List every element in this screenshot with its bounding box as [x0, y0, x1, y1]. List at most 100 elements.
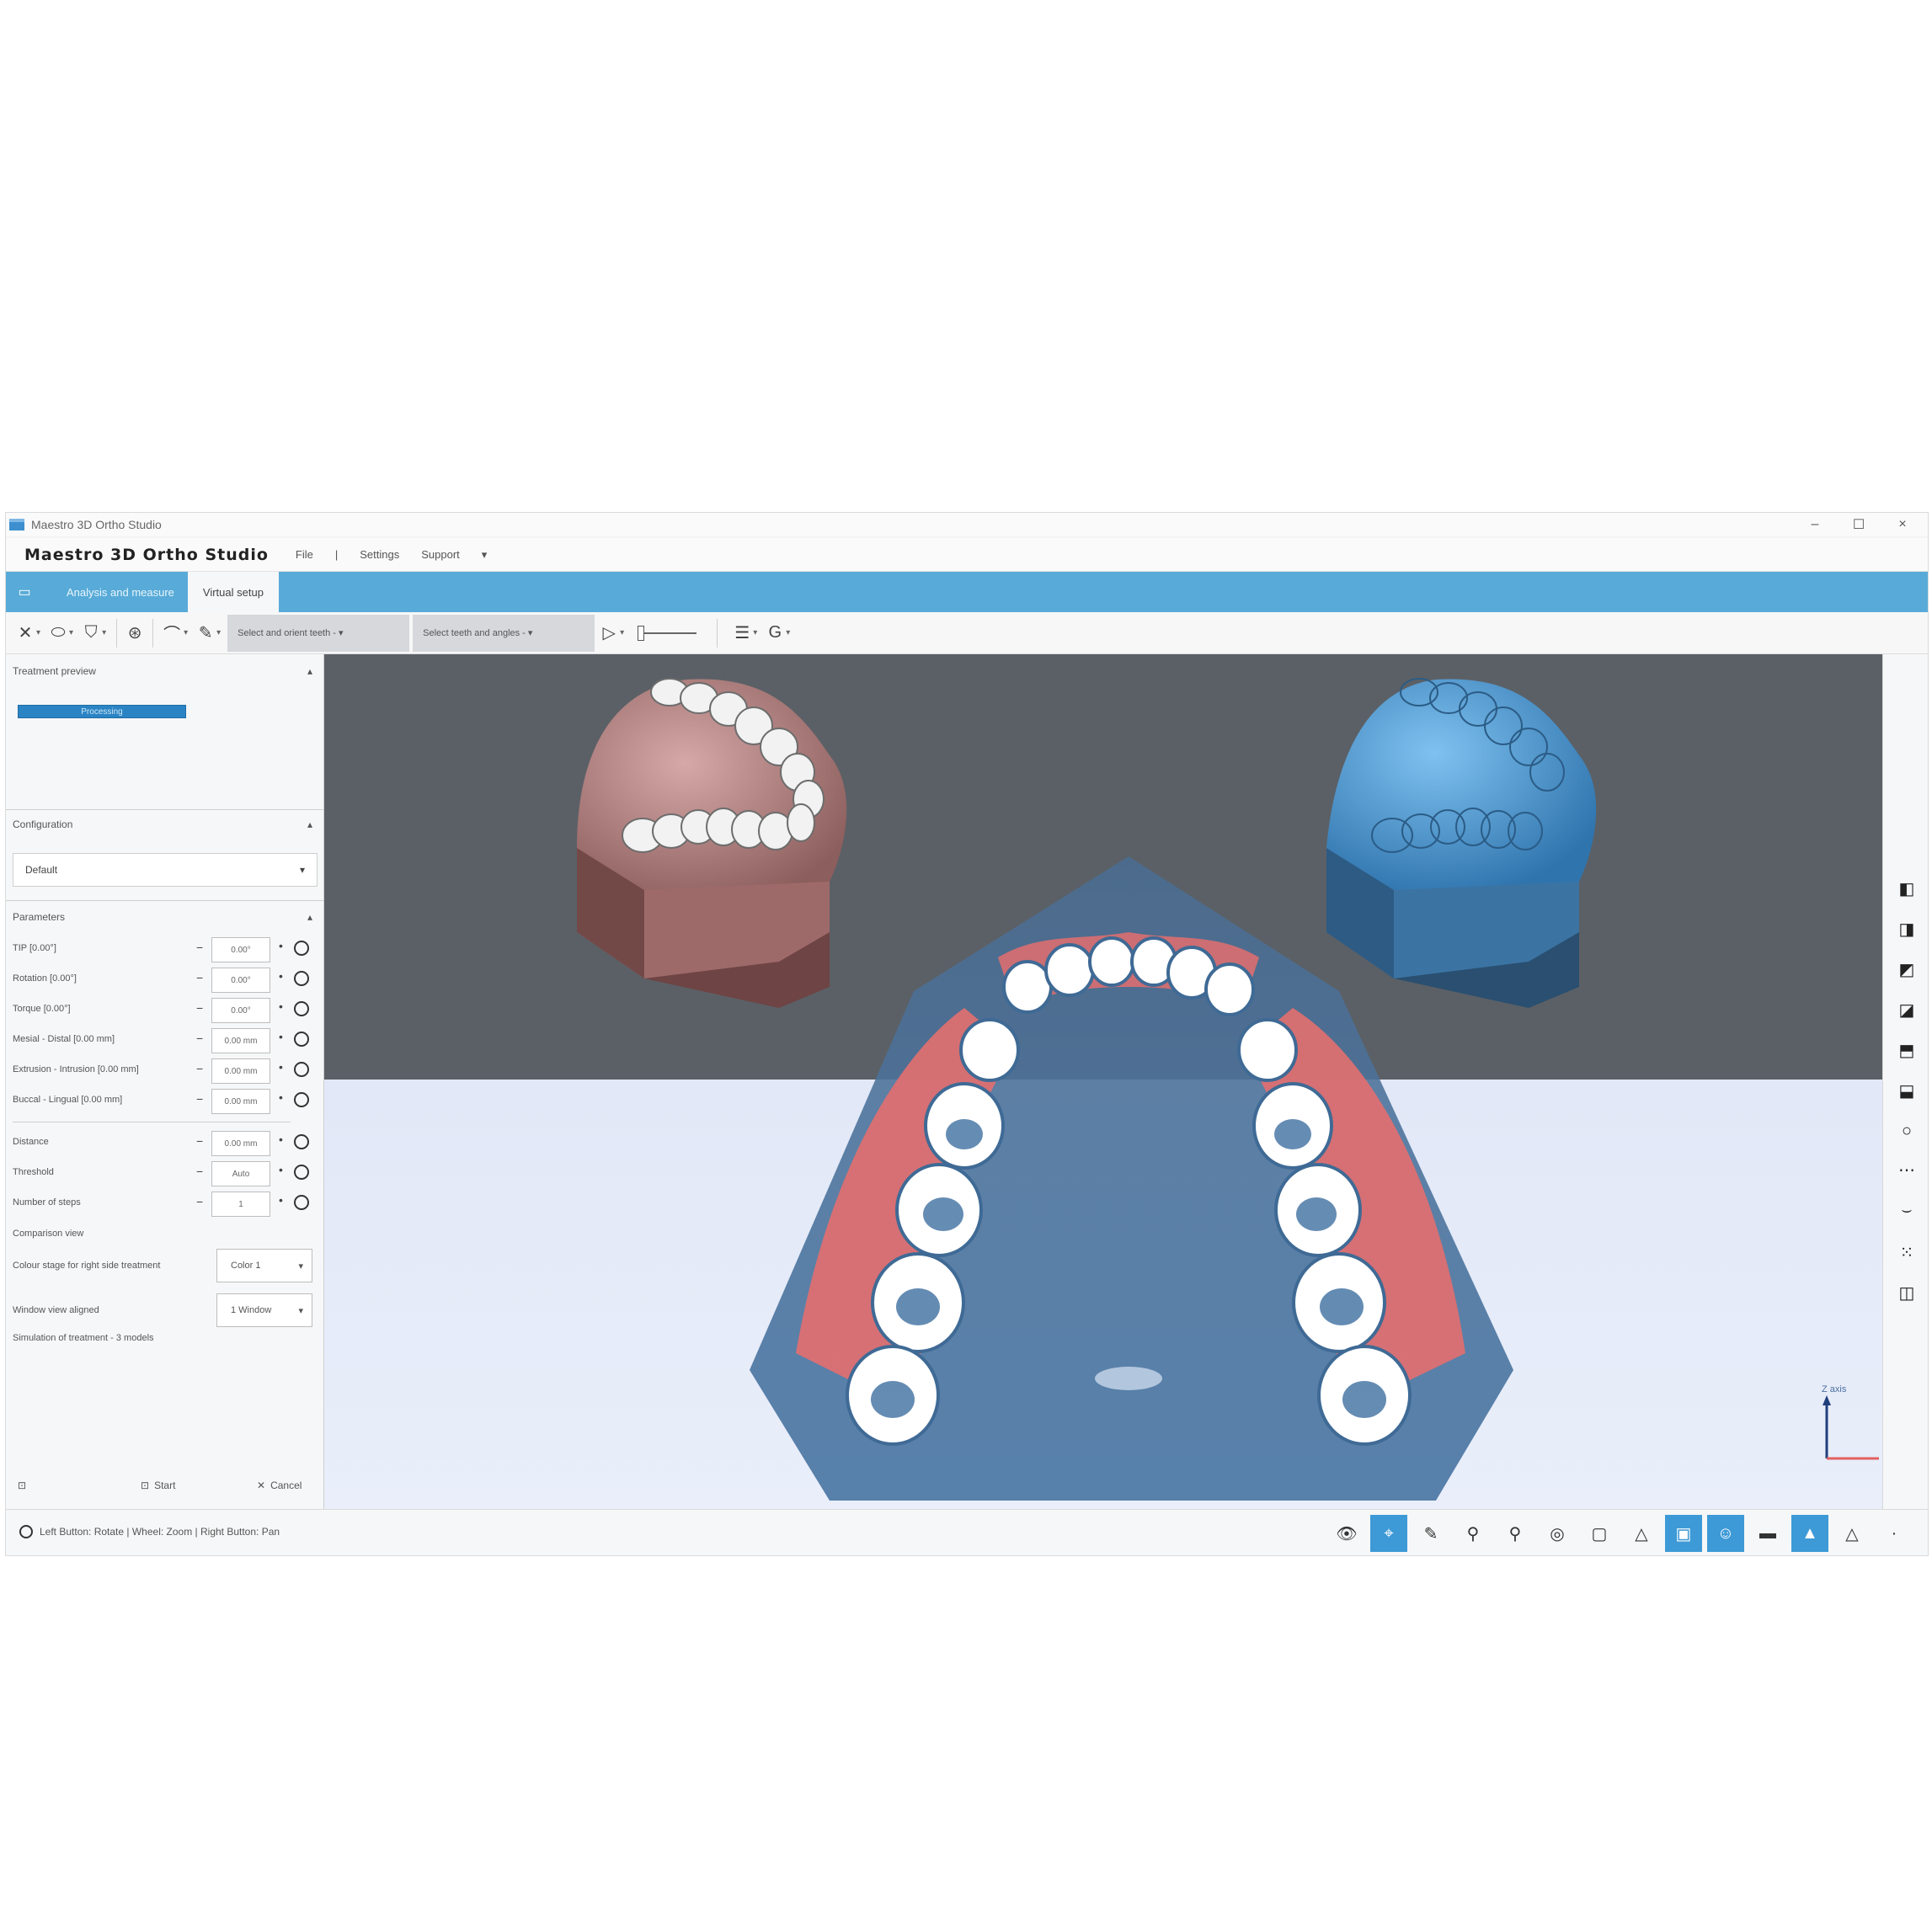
increment-button[interactable]: •: [279, 1000, 283, 1013]
eye-icon[interactable]: 👁: [1328, 1515, 1365, 1552]
zoom-out-icon[interactable]: ⚲: [1454, 1515, 1492, 1552]
list-icon[interactable]: ☰: [729, 616, 755, 650]
close-button[interactable]: ×: [1879, 513, 1926, 536]
minimize-button[interactable]: –: [1791, 513, 1839, 536]
parameter-value-field[interactable]: 1: [211, 1192, 270, 1217]
parameter-value-field[interactable]: 0.00 mm: [211, 1058, 270, 1084]
decrement-button[interactable]: −: [196, 1195, 203, 1208]
menu-support[interactable]: Support: [421, 548, 460, 561]
increment-button[interactable]: •: [279, 1193, 283, 1207]
curve-tool-icon[interactable]: ⌒: [158, 616, 185, 650]
circle-icon[interactable]: ○: [1890, 1114, 1924, 1148]
increment-button[interactable]: •: [279, 1090, 283, 1104]
tooth-tool-icon[interactable]: ⛉: [78, 616, 104, 650]
reset-icon[interactable]: [294, 941, 309, 956]
cancel-button[interactable]: ✕ Cancel: [257, 1479, 302, 1491]
warning-icon[interactable]: △: [1623, 1515, 1660, 1552]
slider-handle[interactable]: [638, 625, 645, 641]
reset-icon[interactable]: [294, 1134, 309, 1149]
chevron-down-icon[interactable]: ▾: [786, 628, 790, 637]
triangle-outline-icon[interactable]: △: [1833, 1515, 1871, 1552]
grip-icon[interactable]: G: [762, 616, 787, 650]
menu-settings[interactable]: Settings: [360, 548, 399, 561]
decrement-button[interactable]: −: [196, 1062, 203, 1075]
decrement-button[interactable]: −: [196, 971, 203, 984]
more-icon[interactable]: ·: [1876, 1515, 1913, 1552]
ellipse-tool-icon[interactable]: ⬭: [45, 616, 71, 650]
reset-icon[interactable]: [294, 1165, 309, 1180]
decrement-button[interactable]: −: [196, 1001, 203, 1015]
increment-button[interactable]: •: [279, 1030, 283, 1043]
pencil-tool-icon[interactable]: ✎: [193, 616, 218, 650]
increment-button[interactable]: •: [279, 969, 283, 983]
tab-analysis[interactable]: Analysis and measure: [43, 572, 188, 612]
menu-overflow[interactable]: ▾: [482, 548, 488, 562]
collapse-icon[interactable]: ▴: [307, 911, 312, 923]
parameter-value-field[interactable]: 0.00°: [211, 998, 270, 1023]
parameter-value-field[interactable]: Auto: [211, 1161, 270, 1186]
decrement-button[interactable]: −: [196, 1092, 203, 1106]
cube-left-icon[interactable]: ◩: [1890, 952, 1924, 986]
save-icon[interactable]: ⊡: [18, 1479, 26, 1491]
zoom-in-icon[interactable]: ⚲: [1497, 1515, 1534, 1552]
reset-icon[interactable]: [294, 1032, 309, 1047]
decrement-button[interactable]: −: [196, 941, 203, 954]
triangle-fill-icon[interactable]: ▲: [1791, 1515, 1828, 1552]
bar-icon[interactable]: ▬: [1749, 1515, 1786, 1552]
increment-button[interactable]: •: [279, 1163, 283, 1176]
play-icon[interactable]: ▷: [596, 616, 622, 650]
decrement-button[interactable]: −: [196, 1165, 203, 1178]
decrement-button[interactable]: −: [196, 1134, 203, 1148]
parameter-value-field[interactable]: 0.00 mm: [211, 1131, 270, 1156]
configuration-select[interactable]: Default ▾: [13, 853, 318, 887]
reset-icon[interactable]: [294, 971, 309, 986]
workspace-icon[interactable]: ▭: [6, 572, 43, 612]
3d-viewport[interactable]: Z axis: [324, 654, 1882, 1509]
parameter-value-field[interactable]: 0.00 mm: [211, 1089, 270, 1114]
parameter-value-field[interactable]: 0.00 mm: [211, 1028, 270, 1053]
chevron-down-icon[interactable]: ▾: [753, 628, 757, 637]
grid-icon[interactable]: ⁙: [1890, 1235, 1924, 1269]
stage-slider[interactable]: [638, 625, 697, 641]
monitor-icon[interactable]: ▣: [1665, 1515, 1702, 1552]
chevron-down-icon[interactable]: ▾: [36, 628, 40, 637]
blue-dental-model[interactable]: [1326, 678, 1597, 1008]
reset-icon[interactable]: [294, 1062, 309, 1077]
start-button[interactable]: ⊡ Start: [141, 1479, 175, 1491]
teeth-angles-select[interactable]: Select teeth and angles - ▾: [413, 614, 595, 652]
scene-canvas[interactable]: Z axis: [324, 654, 1882, 1509]
maximize-button[interactable]: ☐: [1835, 513, 1882, 536]
collapse-icon[interactable]: ▴: [307, 665, 312, 677]
orient-teeth-select[interactable]: Select and orient teeth - ▾: [227, 614, 410, 652]
parameter-value-field[interactable]: 0.00°: [211, 968, 270, 993]
treatment-preview-header[interactable]: Treatment preview ▴: [6, 658, 324, 685]
increment-button[interactable]: •: [279, 1133, 283, 1146]
chevron-down-icon[interactable]: ▾: [216, 628, 221, 637]
decrement-button[interactable]: −: [196, 1032, 203, 1045]
parameter-value-field[interactable]: 0.00°: [211, 937, 270, 962]
reset-icon[interactable]: [294, 1092, 309, 1107]
curve-icon[interactable]: ⌣: [1890, 1193, 1924, 1227]
user-icon[interactable]: ☺: [1707, 1515, 1744, 1552]
parameters-header[interactable]: Parameters ▴: [6, 904, 324, 930]
dots-icon[interactable]: ⋯: [1890, 1153, 1924, 1186]
window-view-dropdown[interactable]: 1 Window ▾: [216, 1293, 312, 1327]
pink-dental-model[interactable]: [577, 678, 847, 1008]
reset-icon[interactable]: [294, 1195, 309, 1210]
cube-top-icon[interactable]: ⬒: [1890, 1033, 1924, 1067]
cube-bottom-icon[interactable]: ⬓: [1890, 1074, 1924, 1107]
cube-back-icon[interactable]: ◨: [1890, 912, 1924, 946]
tab-virtual-setup[interactable]: Virtual setup: [187, 572, 279, 612]
configuration-header[interactable]: Configuration ▴: [6, 811, 324, 838]
chevron-down-icon[interactable]: ▾: [184, 628, 188, 637]
brush-tool-icon[interactable]: ⊛: [122, 616, 147, 650]
cube-front-icon[interactable]: ◧: [1890, 872, 1924, 905]
increment-button[interactable]: •: [279, 1060, 283, 1074]
increment-button[interactable]: •: [279, 939, 283, 952]
reset-icon[interactable]: [294, 1001, 309, 1016]
select-icon[interactable]: ⌖: [1370, 1515, 1407, 1552]
columns-icon[interactable]: ◫: [1890, 1276, 1924, 1309]
frame-icon[interactable]: ▢: [1581, 1515, 1618, 1552]
menu-file[interactable]: File: [296, 548, 313, 561]
chevron-down-icon[interactable]: ▾: [69, 628, 73, 637]
